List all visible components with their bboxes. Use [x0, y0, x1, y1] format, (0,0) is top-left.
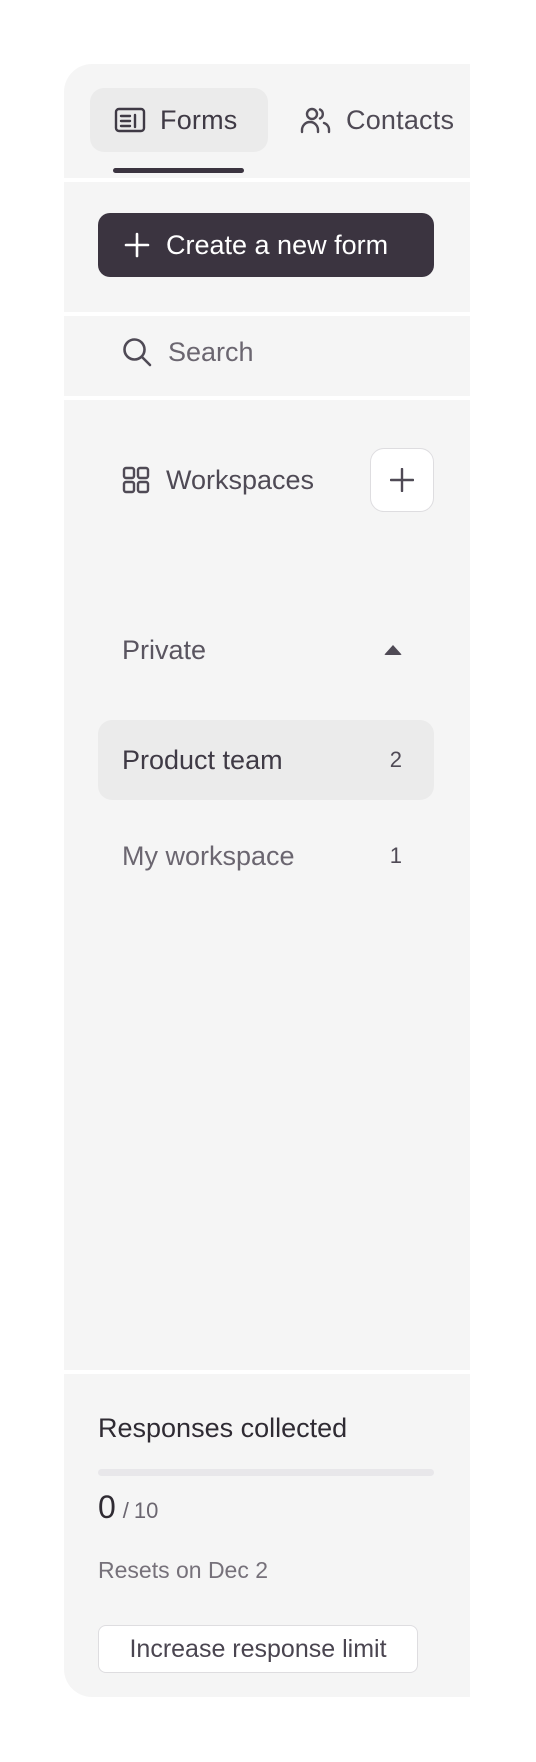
tab-forms-label: Forms [160, 104, 238, 135]
responses-collected-value: 0 [98, 1489, 116, 1525]
workspace-item-my-workspace[interactable]: My workspace 1 [98, 816, 434, 896]
workspace-group-private[interactable]: Private [98, 620, 434, 680]
plus-icon [390, 468, 414, 492]
create-new-form-button[interactable]: Create a new form [98, 213, 434, 277]
add-workspace-button[interactable] [370, 448, 434, 512]
contacts-icon [300, 106, 332, 134]
form-icon [114, 106, 146, 134]
workspace-item-product-team[interactable]: Product team 2 [98, 720, 434, 800]
create-new-form-label: Create a new form [166, 229, 389, 260]
search-input[interactable] [166, 335, 416, 369]
tab-forms[interactable]: Forms [90, 88, 268, 152]
sidebar: Forms Contacts Create a new form Search … [64, 64, 470, 1697]
workspace-item-label: Product team [122, 744, 283, 775]
plus-icon [124, 232, 150, 258]
workspaces-title: Workspaces [166, 464, 315, 495]
increase-response-limit-button[interactable]: Increase response limit [98, 1625, 418, 1673]
active-tab-indicator [113, 168, 244, 173]
divider [64, 1370, 470, 1374]
tab-contacts[interactable]: Contacts [294, 88, 470, 152]
responses-count: 0 / 10 [98, 1489, 158, 1526]
workspaces-header: Workspaces [98, 448, 434, 512]
resets-date: Resets on Dec 2 [98, 1557, 269, 1583]
responses-title: Responses collected [98, 1413, 348, 1443]
workspace-item-label: My workspace [122, 840, 295, 871]
divider [64, 396, 470, 400]
grid-icon [122, 466, 150, 494]
divider [64, 178, 470, 182]
workspace-item-count: 1 [389, 843, 402, 868]
workspace-item-count: 2 [389, 747, 402, 772]
search-box[interactable] [98, 308, 434, 396]
responses-separator: / [122, 1498, 129, 1523]
responses-progress-bar [98, 1469, 434, 1476]
search-icon [122, 337, 152, 367]
responses-limit-value: 10 [133, 1498, 159, 1523]
tab-contacts-label: Contacts [346, 104, 455, 135]
group-label: Private [122, 634, 207, 665]
caret-up-icon [384, 645, 402, 655]
responses-panel: Responses collected 0 / 10 Resets on Dec… [64, 1377, 470, 1697]
tab-bar: Forms Contacts [64, 64, 470, 178]
